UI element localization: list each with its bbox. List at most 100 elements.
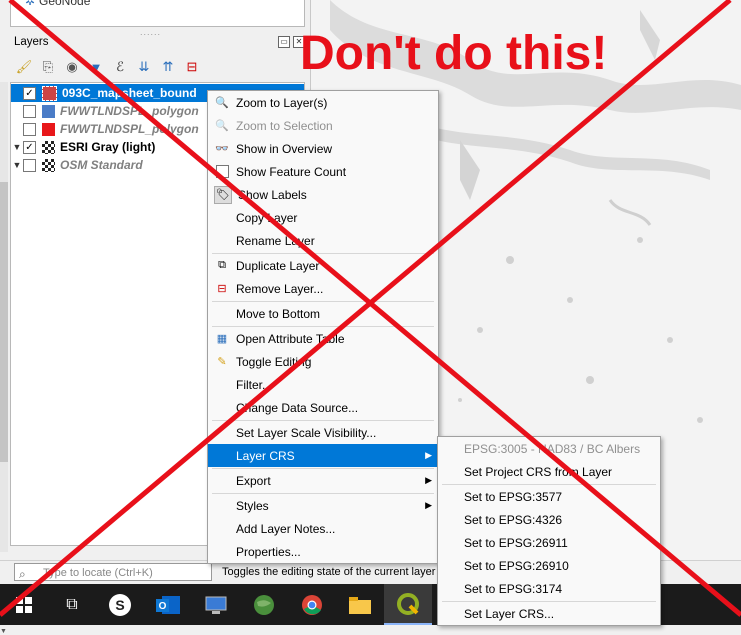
submenu-item-epsg-26911[interactable]: Set to EPSG:26911	[438, 531, 660, 554]
overview-icon: 👓	[215, 143, 229, 155]
svg-text:O: O	[159, 601, 167, 612]
scrollbar-thumb[interactable]	[0, 182, 8, 462]
warning-text: Don't do this!	[300, 27, 608, 80]
scroll-down-arrow-icon[interactable]: ▼	[0, 628, 7, 635]
menu-item-toggle-editing[interactable]: ✎ Toggle Editing	[208, 350, 438, 373]
submenu-item-set-project-crs[interactable]: Set Project CRS from Layer	[438, 460, 660, 483]
menu-item-label: Styles	[236, 498, 269, 513]
menu-item-layer-crs[interactable]: Layer CRS ▶	[208, 444, 438, 467]
layer-visibility-checkbox[interactable]: ✓	[23, 140, 36, 154]
remote-desktop-icon[interactable]	[192, 584, 240, 625]
layer-visibility-checkbox[interactable]	[23, 104, 36, 118]
splitter-handle[interactable]: ......	[140, 27, 161, 37]
menu-item-label: Set to EPSG:26911	[464, 535, 568, 550]
menu-item-add-layer-notes[interactable]: Add Layer Notes...	[208, 517, 438, 540]
menu-item-rename-layer[interactable]: Rename Layer	[208, 229, 438, 252]
menu-item-label: Set to EPSG:3174	[464, 581, 563, 596]
menu-item-show-in-overview[interactable]: 👓 Show in Overview	[208, 137, 438, 160]
layer-name: FWWTLNDSPL_polygon	[60, 104, 199, 118]
layer-context-menu: 🔍 Zoom to Layer(s) 🔍 Zoom to Selection 👓 Sh…	[207, 90, 439, 564]
zoom-selection-icon: 🔍	[215, 120, 229, 132]
layer-name: 093C_mapsheet_bound	[62, 86, 197, 100]
menu-item-label: Set to EPSG:3577	[464, 489, 563, 504]
menu-item-label: Layer CRS	[236, 448, 295, 463]
layer-visibility-checkbox[interactable]	[23, 158, 36, 172]
s-app-icon[interactable]: S	[96, 584, 144, 625]
expand-arrow-icon[interactable]: ▼	[11, 160, 23, 170]
menu-item-label: Set Project CRS from Layer	[464, 464, 613, 479]
browser-item-geonode[interactable]: GeoNode	[39, 0, 90, 8]
svg-text:S: S	[115, 597, 124, 613]
pencil-icon: ✎	[217, 356, 227, 368]
task-view-icon[interactable]: ⧉	[48, 584, 96, 625]
submenu-item-epsg-4326[interactable]: Set to EPSG:4326	[438, 508, 660, 531]
search-icon: ⌕	[19, 567, 26, 581]
remove-icon: ⊟	[217, 283, 227, 295]
qgis-icon[interactable]	[384, 584, 432, 625]
menu-item-move-to-bottom[interactable]: Move to Bottom	[208, 302, 438, 325]
menu-item-show-feature-count[interactable]: Show Feature Count	[208, 160, 438, 183]
menu-item-label: Duplicate Layer	[236, 258, 320, 273]
menu-item-label: Zoom to Selection	[236, 118, 333, 133]
remove-layer-icon[interactable]: ⊟	[182, 58, 202, 76]
submenu-item-current-crs: EPSG:3005 - NAD83 / BC Albers	[438, 437, 660, 460]
windows-start-icon[interactable]	[0, 584, 48, 625]
menu-item-filter[interactable]: Filter...	[208, 373, 438, 396]
filter-expression-icon[interactable]: ℰ	[110, 58, 130, 76]
raster-layer-icon	[42, 140, 55, 154]
add-group-icon[interactable]: ⎘	[38, 58, 58, 76]
menu-item-label: Move to Bottom	[236, 306, 321, 321]
menu-item-label: Filter...	[236, 377, 273, 392]
menu-item-duplicate-layer[interactable]: ⧉ Duplicate Layer	[208, 254, 438, 277]
layer-name: OSM Standard	[60, 158, 143, 172]
menu-item-label: Toggle Editing	[236, 354, 312, 369]
layer-visibility-checkbox[interactable]	[23, 122, 36, 136]
submenu-item-set-layer-crs[interactable]: Set Layer CRS...	[438, 602, 660, 625]
layer-name: ESRI Gray (light)	[60, 140, 156, 154]
open-layer-styling-icon[interactable]: 🖌	[14, 58, 34, 76]
status-message: Toggles the editing state of the current…	[222, 566, 436, 578]
menu-item-styles[interactable]: Styles ▶	[208, 494, 438, 517]
submenu-arrow-icon: ▶	[425, 450, 432, 460]
submenu-item-epsg-26910[interactable]: Set to EPSG:26910	[438, 554, 660, 577]
browser-panel: ✲ GeoNode	[10, 0, 305, 27]
manage-visibility-icon[interactable]: ◉	[62, 58, 82, 76]
labels-icon: 🏷	[214, 185, 232, 204]
menu-item-open-attribute-table[interactable]: ▦ Open Attribute Table	[208, 327, 438, 350]
menu-item-label: Show Feature Count	[236, 164, 347, 179]
locator-input[interactable]: ⌕ Type to locate (Ctrl+K)	[14, 563, 212, 581]
expand-all-icon[interactable]: ⇊	[134, 58, 154, 76]
menu-item-zoom-to-layer[interactable]: 🔍 Zoom to Layer(s)	[208, 91, 438, 114]
menu-item-set-scale-visibility[interactable]: Set Layer Scale Visibility...	[208, 421, 438, 444]
submenu-item-epsg-3577[interactable]: Set to EPSG:3577	[438, 485, 660, 508]
file-explorer-icon[interactable]	[336, 584, 384, 625]
filter-legend-icon[interactable]: ▼	[86, 58, 106, 76]
menu-item-change-data-source[interactable]: Change Data Source...	[208, 396, 438, 419]
globe-app-icon[interactable]	[240, 584, 288, 625]
menu-item-show-labels[interactable]: 🏷 Show Labels	[208, 183, 438, 206]
menu-item-copy-layer[interactable]: Copy Layer	[208, 206, 438, 229]
layer-symbol-icon	[42, 122, 55, 136]
menu-item-zoom-to-selection[interactable]: 🔍 Zoom to Selection	[208, 114, 438, 137]
menu-item-label: Set Layer CRS...	[464, 606, 555, 621]
chrome-icon[interactable]	[288, 584, 336, 625]
menu-item-label: Add Layer Notes...	[236, 521, 336, 536]
layer-visibility-checkbox[interactable]: ✓	[23, 86, 36, 100]
submenu-arrow-icon: ▶	[425, 500, 432, 510]
outlook-icon[interactable]: O	[144, 584, 192, 625]
zoom-icon: 🔍	[215, 97, 229, 109]
table-icon: ▦	[216, 333, 228, 345]
restore-icon[interactable]: ▭	[278, 36, 290, 48]
layers-panel-title: Layers	[14, 36, 49, 48]
menu-item-remove-layer[interactable]: ⊟ Remove Layer...	[208, 277, 438, 300]
raster-layer-icon	[42, 158, 55, 172]
submenu-item-epsg-3174[interactable]: Set to EPSG:3174	[438, 577, 660, 600]
expand-arrow-icon[interactable]: ▼	[11, 142, 23, 152]
menu-item-properties[interactable]: Properties...	[208, 540, 438, 563]
geonode-icon: ✲	[25, 0, 36, 8]
menu-item-export[interactable]: Export ▶	[208, 469, 438, 492]
menu-item-label: Set Layer Scale Visibility...	[236, 425, 377, 440]
menu-item-label: Show in Overview	[236, 141, 333, 156]
collapse-all-icon[interactable]: ⇈	[158, 58, 178, 76]
scrollbar[interactable]: ▼	[0, 82, 8, 635]
